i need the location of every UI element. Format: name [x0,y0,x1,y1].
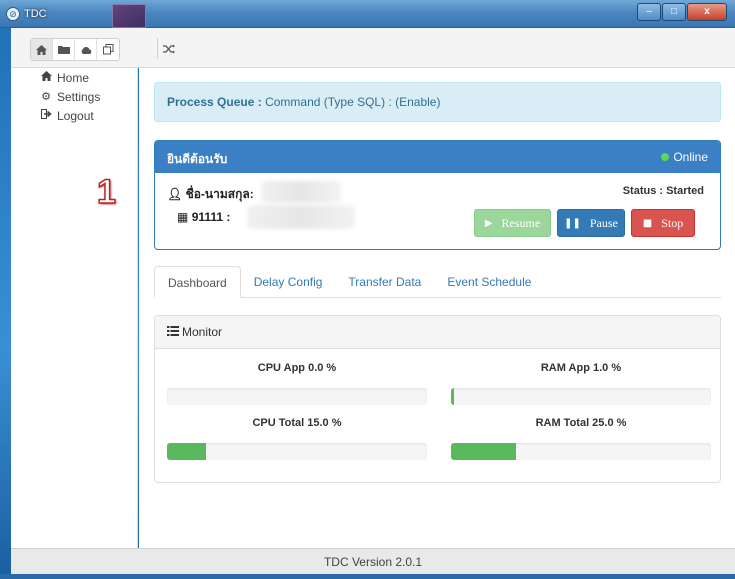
sidebar-item-label: Settings [57,89,101,104]
monitor-title: Monitor [182,325,223,339]
queue-value: Command (Type SQL) : (Enable) [265,95,441,109]
progress-track [451,443,711,460]
home-icon [36,44,47,55]
home-icon [39,71,53,84]
minimize-button[interactable]: – [637,3,661,21]
progress-track [451,388,711,405]
status-text: Status : Started [622,185,704,197]
metric-label: CPU App 0.0 % [257,362,337,374]
toolbar-copy-button[interactable] [97,39,119,60]
progress-fill [451,388,454,405]
annotation-number: 1 [96,172,116,212]
pause-icon: ❚❚ [564,217,581,229]
user-id-label: 91111 : [191,210,231,224]
app-logo-icon: ⊘ [6,7,20,21]
taskbar-thumbnail [112,4,146,28]
welcome-body: 👤︎ ชื่อ-นามสกุล: ▦ 91111 : Status : Star… [155,173,720,249]
user-name-row: 👤︎ ชื่อ-นามสกุล: [167,185,254,204]
metric-label: RAM Total 25.0 % [535,417,627,429]
toolbar-group [30,38,120,61]
sidebar-item-settings[interactable]: ⚙ Settings [11,87,137,106]
online-status: Online [661,150,708,164]
monitor-header: Monitor [155,316,720,349]
tab-transfer-data[interactable]: Transfer Data [335,266,434,297]
redacted-name [261,181,341,203]
metric-label: RAM App 1.0 % [540,362,622,374]
stop-icon: ■ [642,217,653,229]
footer-version: TDC Version 2.0.1 [11,548,735,574]
redacted-id [247,205,355,229]
stop-button[interactable]: ■ Stop [631,209,695,237]
welcome-header: ยินดีต้อนรับ Online [155,141,720,173]
window-controls: – □ x [636,3,727,21]
metric-ram-app: RAM App 1.0 % [451,362,711,405]
resume-button[interactable]: ▶ Resume [474,209,551,237]
toolbar-cloud-button[interactable] [75,39,97,60]
metric-cpu-total: CPU Total 15.0 % [167,417,427,460]
online-dot-icon [661,153,670,161]
toolbar-shuffle-button[interactable] [157,38,179,59]
shuffle-icon [162,44,175,53]
cloud-icon [81,46,91,54]
progress-fill [167,443,206,460]
logout-icon [39,109,53,122]
close-button[interactable]: x [687,3,727,21]
user-icon: 👤︎ [167,187,183,201]
window-bottom-edge [0,574,735,579]
gear-icon: ⚙ [41,91,51,103]
user-name-label: ชื่อ-นามสกุล: [185,187,254,201]
maximize-button[interactable]: □ [662,3,686,21]
list-icon [167,325,179,339]
sidebar: Home ⚙ Settings Logout 1 [11,68,138,548]
folder-icon [57,46,70,54]
process-queue-alert: Process Queue : Command (Type SQL) : (En… [154,82,721,122]
progress-track [167,388,427,405]
welcome-title: ยินดีต้อนรับ [167,152,228,166]
sidebar-item-label: Home [57,70,90,85]
copy-icon [102,44,113,55]
tab-bar: Dashboard Delay Config Transfer Data Eve… [154,266,721,298]
monitor-panel: Monitor CPU App 0.0 % RAM App 1.0 % CPU … [154,315,721,483]
sidebar-item-home[interactable]: Home [11,68,137,87]
sidebar-item-label: Logout [57,108,94,123]
tab-event-schedule[interactable]: Event Schedule [434,266,544,297]
user-id-row: ▦ 91111 : [177,210,230,224]
metric-label: CPU Total 15.0 % [252,417,342,429]
window-title: TDC [24,8,47,20]
window-titlebar: ⊘ TDC – □ x [0,0,735,28]
pause-button[interactable]: ❚❚ Pause [557,209,625,237]
toolbar [11,28,735,68]
toolbar-home-button[interactable] [31,39,53,60]
stop-label: Stop [661,215,684,230]
progress-track [167,443,427,460]
tab-dashboard[interactable]: Dashboard [154,266,241,298]
toolbar-folder-button[interactable] [53,39,75,60]
main-content: Process Queue : Command (Type SQL) : (En… [139,68,735,548]
tab-delay-config[interactable]: Delay Config [241,266,336,297]
resume-label: Resume [501,215,541,230]
id-card-icon: ▦ [177,210,189,224]
welcome-panel: ยินดีต้อนรับ Online 👤︎ ชื่อ-นามสกุล: ▦ 9… [154,140,721,250]
pause-label: Pause [589,215,618,230]
sidebar-item-logout[interactable]: Logout [11,106,137,125]
online-label: Online [673,150,708,164]
progress-fill [451,443,516,460]
metric-ram-total: RAM Total 25.0 % [451,417,711,460]
queue-label: Process Queue : [167,95,262,109]
play-icon: ▶ [484,217,493,229]
metric-cpu-app: CPU App 0.0 % [167,362,427,405]
